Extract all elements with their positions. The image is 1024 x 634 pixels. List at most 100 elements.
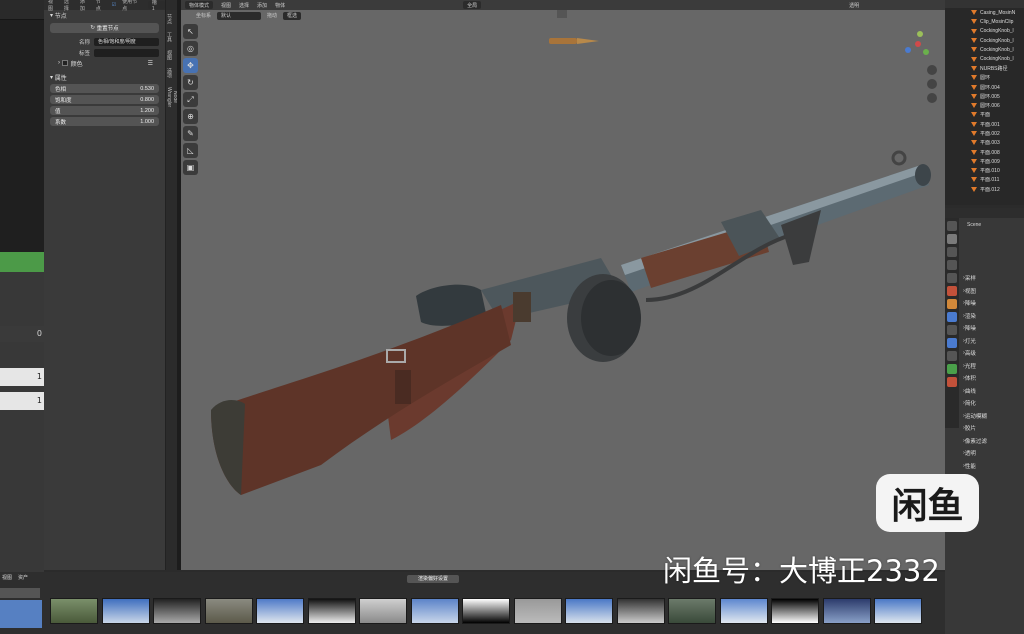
scene-tab-icon[interactable]: [947, 273, 957, 283]
hdri-thumbnail[interactable]: [874, 598, 922, 624]
asset-panel-title[interactable]: 渲染偏好设置: [407, 575, 459, 583]
asset-search-field[interactable]: [0, 588, 40, 598]
select-cursor-icon[interactable]: ↖: [183, 24, 198, 39]
outliner-item[interactable]: Clip_MosinClip: [945, 17, 1024, 26]
asset-selected-swatch[interactable]: [0, 600, 42, 628]
hdri-thumbnail[interactable]: [719, 598, 768, 624]
color-subsection[interactable]: › 颜色 ☰: [44, 58, 165, 68]
hdri-thumbnail[interactable]: [204, 598, 253, 624]
asset-menu-view[interactable]: 视图: [2, 574, 12, 581]
output-tab-icon[interactable]: [947, 247, 957, 257]
outliner-item[interactable]: 平面.012: [945, 185, 1024, 194]
vp-menu-add[interactable]: 添加: [257, 2, 267, 9]
use-nodes-checkbox[interactable]: ☑: [112, 2, 116, 8]
outliner-item[interactable]: Casing_MosinN: [945, 8, 1024, 17]
hdri-thumbnail[interactable]: [101, 598, 150, 624]
active-node-highlight[interactable]: [0, 252, 44, 272]
hdri-thumbnail[interactable]: [822, 598, 871, 624]
property-section-row[interactable]: › 曲线: [963, 385, 1024, 398]
scale-tool-icon[interactable]: ⤢: [183, 92, 198, 107]
property-section-row[interactable]: › 视图: [963, 285, 1024, 298]
property-section-row[interactable]: › 体积: [963, 372, 1024, 385]
outliner-item[interactable]: CockingKnob_l: [945, 36, 1024, 45]
tab-node[interactable]: 节点: [166, 10, 173, 28]
outliner-item[interactable]: 平面.003: [945, 138, 1024, 147]
outliner-item[interactable]: CockingKnob_l: [945, 27, 1024, 36]
menu-node[interactable]: 节点: [96, 0, 106, 12]
outliner-item[interactable]: 平面.001: [945, 120, 1024, 129]
property-section-row[interactable]: › 灯光: [963, 335, 1024, 348]
outliner-item[interactable]: CockingKnob_l: [945, 54, 1024, 63]
hdri-thumbnail[interactable]: [307, 598, 356, 624]
measure-tool-icon[interactable]: ◺: [183, 143, 198, 158]
hue-slider[interactable]: 色相 0.530: [50, 84, 159, 93]
outliner-item[interactable]: 圆环: [945, 73, 1024, 82]
factor-slider[interactable]: 系数 1.000: [50, 117, 159, 126]
label-field[interactable]: [94, 48, 159, 57]
hdri-thumbnail[interactable]: [153, 598, 201, 624]
menu-add[interactable]: 添加: [80, 0, 90, 12]
saturation-slider[interactable]: 饱和度 0.800: [50, 95, 159, 104]
reset-node-button[interactable]: ↻ 重置节点: [50, 23, 159, 33]
world-tab-icon[interactable]: [947, 286, 957, 296]
outliner-item[interactable]: CockingKnob_l: [945, 45, 1024, 54]
value-slider[interactable]: 值 1.200: [50, 106, 159, 115]
outliner-item[interactable]: 平面.009: [945, 157, 1024, 166]
physics-tab-icon[interactable]: [947, 338, 957, 348]
hdri-thumbnail[interactable]: [50, 598, 98, 624]
property-section-row[interactable]: › 运动模糊: [963, 410, 1024, 423]
slot-dropdown[interactable]: 槽 1: [147, 0, 165, 12]
render-tab-icon[interactable]: [947, 234, 957, 244]
properties-section-header[interactable]: ▾ 属性: [44, 72, 165, 82]
hdri-thumbnail[interactable]: [462, 598, 510, 624]
property-section-row[interactable]: › 光程: [963, 360, 1024, 373]
property-section-row[interactable]: › 像素过滤: [963, 435, 1024, 448]
navigation-gizmo[interactable]: [900, 28, 940, 108]
property-section-row[interactable]: › 透明: [963, 447, 1024, 460]
outliner-item[interactable]: 平面.011: [945, 175, 1024, 184]
cursor-3d-icon[interactable]: ◎: [183, 41, 198, 56]
property-section-row[interactable]: › 降噪: [963, 322, 1024, 335]
object-tab-icon[interactable]: [947, 299, 957, 309]
add-cube-tool-icon[interactable]: ▣: [183, 160, 198, 175]
hdri-thumbnail[interactable]: [771, 598, 819, 624]
transform-tool-icon[interactable]: ⊕: [183, 109, 198, 124]
hdri-thumbnail[interactable]: [513, 598, 562, 624]
outliner-item[interactable]: 平面: [945, 110, 1024, 119]
vp-menu-object[interactable]: 物体: [275, 2, 285, 9]
hdri-thumbnail[interactable]: [668, 598, 716, 624]
tab-options[interactable]: 选项: [166, 64, 173, 82]
modifier-tab-icon[interactable]: [947, 312, 957, 322]
tab-view[interactable]: 视图: [166, 46, 173, 64]
tool-tab-icon[interactable]: [947, 221, 957, 231]
rotate-tool-icon[interactable]: ↻: [183, 75, 198, 90]
constraints-tab-icon[interactable]: [947, 351, 957, 361]
outliner-item[interactable]: 平面.002: [945, 129, 1024, 138]
drag-dropdown[interactable]: 框选: [283, 11, 302, 20]
asset-menu-assets[interactable]: 资产: [18, 574, 28, 581]
outliner-item[interactable]: 平面.010: [945, 166, 1024, 175]
tab-tool[interactable]: 工具: [166, 28, 173, 46]
outliner-item[interactable]: 平面.008: [945, 147, 1024, 156]
mode-dropdown[interactable]: 物体模式: [185, 1, 214, 9]
property-section-row[interactable]: › 降噪: [963, 297, 1024, 310]
property-section-row[interactable]: › 采样: [963, 272, 1024, 285]
hdri-thumbnail[interactable]: [359, 598, 407, 624]
material-tab-icon[interactable]: [947, 377, 957, 387]
move-tool-icon[interactable]: ✥: [183, 58, 198, 73]
outliner-item[interactable]: NURBS路径: [945, 64, 1024, 73]
property-section-row[interactable]: › 胶片: [963, 422, 1024, 435]
name-field[interactable]: 色相/饱和度/明度: [94, 37, 159, 46]
outliner-item[interactable]: 圆环.006: [945, 101, 1024, 110]
coord-dropdown[interactable]: 默认: [217, 11, 262, 20]
annotate-tool-icon[interactable]: ✎: [183, 126, 198, 141]
vp-menu-select[interactable]: 选择: [239, 2, 249, 9]
list-icon[interactable]: ☰: [148, 60, 153, 67]
hdri-thumbnail[interactable]: [616, 598, 665, 624]
property-section-row[interactable]: › 高级: [963, 347, 1024, 360]
vp-menu-view[interactable]: 视图: [221, 2, 231, 9]
3d-viewport[interactable]: [181, 0, 945, 570]
property-section-row[interactable]: › 性能: [963, 460, 1024, 473]
hdri-thumbnail[interactable]: [410, 598, 459, 624]
data-tab-icon[interactable]: [947, 364, 957, 374]
